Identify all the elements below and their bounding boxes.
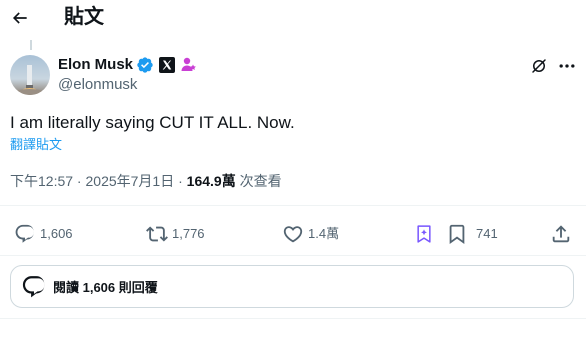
divider xyxy=(0,205,586,206)
verified-badge[interactable] xyxy=(136,56,154,74)
divider xyxy=(0,255,586,256)
author-info: Elon Musk @elonmusk xyxy=(58,55,197,94)
like-count: 1.4萬 xyxy=(308,226,340,241)
translate-post-link[interactable]: 翻譯貼文 xyxy=(10,137,62,153)
read-replies-button[interactable]: 閱讀 1,606 則回覆 xyxy=(10,265,574,308)
grok-button[interactable] xyxy=(528,55,550,77)
affiliate-badge[interactable] xyxy=(159,56,176,73)
reply-button[interactable]: 1,606 xyxy=(14,222,73,246)
tweet-time[interactable]: 下午12:57 xyxy=(10,173,73,189)
avatar[interactable] xyxy=(10,55,50,95)
grok-analyze-button[interactable] xyxy=(414,222,434,246)
name-row: Elon Musk xyxy=(58,55,197,74)
role-badge[interactable] xyxy=(180,56,197,73)
views-count[interactable]: 164.9萬 xyxy=(187,173,236,189)
page-title: 貼文 xyxy=(64,6,104,28)
verified-check-icon xyxy=(137,56,153,73)
heart-icon xyxy=(283,226,303,243)
grok-analyze-icon xyxy=(417,225,431,243)
meta-separator: · xyxy=(174,173,187,189)
speech-bubble-icon xyxy=(22,275,45,297)
thread-line xyxy=(30,40,32,50)
arrow-left-icon xyxy=(12,12,27,24)
back-button[interactable] xyxy=(8,6,32,30)
tweet-meta: 下午12:57 · 2025年7月1日 · 164.9萬 次查看 xyxy=(10,172,282,190)
repost-count: 1,776 xyxy=(172,226,205,241)
more-dots-icon xyxy=(559,64,575,68)
avatar-image xyxy=(10,55,50,95)
views-label: 次查看 xyxy=(235,173,282,189)
bookmark-icon xyxy=(449,224,465,245)
divider xyxy=(0,318,586,319)
bookmark-button[interactable]: 741 xyxy=(446,222,498,246)
page-header: 貼文 xyxy=(0,0,586,36)
reply-count: 1,606 xyxy=(40,226,73,241)
repost-button[interactable]: 1,776 xyxy=(146,222,205,246)
tweet-date[interactable]: 2025年7月1日 xyxy=(86,173,175,189)
share-icon xyxy=(552,225,570,243)
share-button[interactable] xyxy=(550,222,572,246)
post-page: 貼文 Elon Musk @elonmusk I am literally sa… xyxy=(0,0,586,345)
reply-icon xyxy=(15,224,34,243)
repost-icon xyxy=(146,226,168,242)
grok-icon xyxy=(532,59,546,73)
person-badge-icon xyxy=(181,57,196,71)
tweet-text: I am literally saying CUT IT ALL. Now. xyxy=(10,113,295,132)
more-options-button[interactable] xyxy=(556,55,578,77)
bookmark-count: 741 xyxy=(476,226,498,241)
read-replies-label: 閱讀 1,606 則回覆 xyxy=(53,280,158,295)
display-name[interactable]: Elon Musk xyxy=(58,55,133,74)
x-logo-icon xyxy=(159,56,176,73)
author-handle[interactable]: @elonmusk xyxy=(58,75,197,94)
like-button[interactable]: 1.4萬 xyxy=(282,222,339,246)
meta-separator: · xyxy=(73,173,86,189)
